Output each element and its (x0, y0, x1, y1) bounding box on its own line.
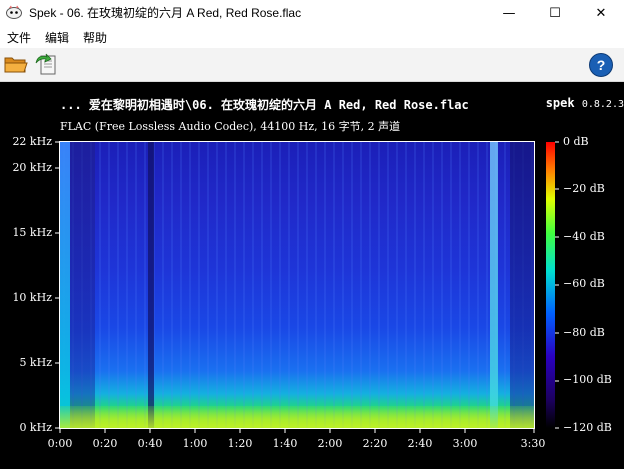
title-bar: Spek - 06. 在玫瑰初绽的六月 A Red, Red Rose.flac… (0, 0, 624, 26)
minimize-icon: — (502, 5, 516, 21)
open-folder-icon[interactable] (3, 52, 29, 76)
close-button[interactable]: ✕ (578, 0, 624, 26)
help-button[interactable]: ? (589, 53, 613, 77)
menu-help[interactable]: 帮助 (83, 29, 107, 46)
menu-file[interactable]: 文件 (7, 29, 31, 46)
db-color-bar (546, 142, 555, 428)
help-icon: ? (596, 57, 606, 73)
spectrogram-plot (60, 142, 534, 428)
spectrogram-view[interactable]: ... 爱在黎明初相遇时\06. 在玫瑰初绽的六月 A Red, Red Ros… (0, 82, 624, 469)
save-icon[interactable] (33, 52, 59, 76)
maximize-icon: ☐ (549, 5, 561, 21)
app-icon (6, 5, 22, 19)
minimize-button[interactable]: — (486, 0, 532, 26)
menu-edit[interactable]: 编辑 (45, 29, 69, 46)
toolbar: ? (0, 48, 624, 82)
window-title: Spek - 06. 在玫瑰初绽的六月 A Red, Red Rose.flac (29, 6, 302, 20)
menu-bar: 文件 编辑 帮助 (0, 27, 624, 47)
close-icon: ✕ (595, 5, 607, 21)
maximize-button[interactable]: ☐ (532, 0, 578, 26)
